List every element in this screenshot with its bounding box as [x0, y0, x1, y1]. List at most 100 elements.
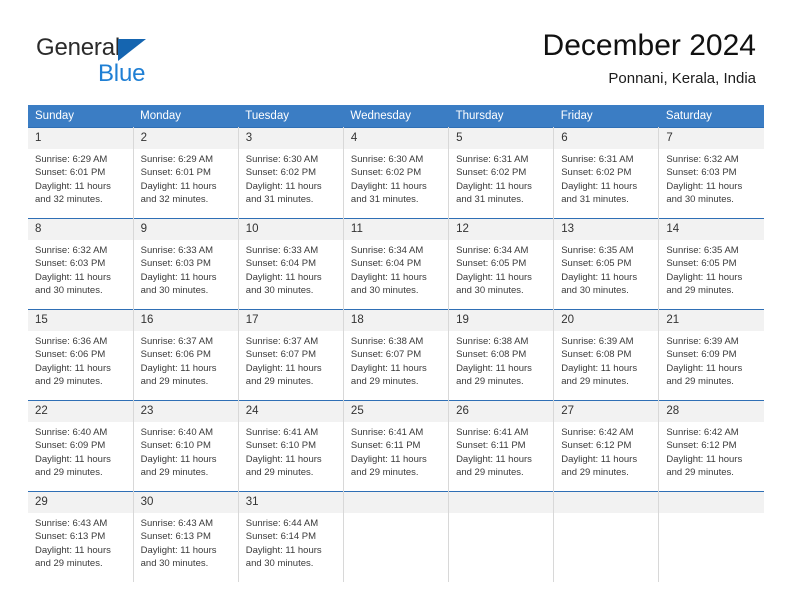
- calendar-day-cell[interactable]: 13 Sunrise: 6:35 AM Sunset: 6:05 PM Dayligh…: [553, 218, 660, 310]
- daylight-duration-line2: and 31 minutes.: [456, 194, 524, 206]
- sunrise-time: Sunrise: 6:29 AM: [140, 154, 213, 165]
- calendar-day-cell[interactable]: 2 Sunrise: 6:29 AM Sunset: 6:01 PM Daylight…: [133, 127, 239, 219]
- sunrise-time: Sunrise: 6:41 AM: [350, 427, 424, 438]
- calendar-day-cell[interactable]: 10 Sunrise: 6:33 AM Sunset: 6:04 PM Dayligh…: [238, 218, 344, 310]
- general-blue-logo[interactable]: General Blue: [36, 34, 216, 92]
- day-details: Sunrise: 6:35 AM Sunset: 6:05 PM Daylight:…: [554, 240, 658, 298]
- calendar-day-cell[interactable]: 11 Sunrise: 6:34 AM Sunset: 6:04 PM Dayligh…: [343, 218, 450, 310]
- calendar-day-cell-empty: [448, 491, 555, 582]
- daylight-duration-line2: and 30 minutes.: [245, 558, 314, 570]
- calendar-day-cell[interactable]: 20 Sunrise: 6:39 AM Sunset: 6:08 PM Dayligh…: [553, 309, 660, 401]
- sunrise-time: Sunrise: 6:44 AM: [245, 518, 319, 529]
- calendar-day-cell[interactable]: 25 Sunrise: 6:41 AM Sunset: 6:11 PM Dayligh…: [343, 400, 450, 492]
- sunrise-time: Sunrise: 6:37 AM: [140, 336, 213, 347]
- daylight-duration-line2: and 30 minutes.: [666, 194, 734, 206]
- calendar-day-cell[interactable]: 14 Sunrise: 6:35 AM Sunset: 6:05 PM Dayligh…: [658, 218, 764, 310]
- sunset-time: Sunset: 6:13 PM: [35, 531, 106, 543]
- day-number: 27: [554, 401, 659, 422]
- calendar-day-cell[interactable]: 27 Sunrise: 6:42 AM Sunset: 6:12 PM Dayligh…: [553, 400, 660, 492]
- calendar-day-cell[interactable]: 6 Sunrise: 6:31 AM Sunset: 6:02 PM Daylight…: [553, 127, 660, 219]
- sunrise-time: Sunrise: 6:30 AM: [245, 154, 319, 165]
- calendar-day-cell[interactable]: 7 Sunrise: 6:32 AM Sunset: 6:03 PM Daylight…: [658, 127, 764, 219]
- day-number: [449, 492, 554, 513]
- calendar-day-cell[interactable]: 12 Sunrise: 6:34 AM Sunset: 6:05 PM Dayligh…: [448, 218, 555, 310]
- day-details: Sunrise: 6:41 AM Sunset: 6:11 PM Daylight:…: [449, 422, 553, 480]
- sunset-time: Sunset: 6:02 PM: [456, 167, 527, 179]
- calendar-day-cell[interactable]: 19 Sunrise: 6:38 AM Sunset: 6:08 PM Dayligh…: [448, 309, 555, 401]
- day-details: Sunrise: 6:43 AM Sunset: 6:13 PM Daylight:…: [134, 513, 238, 571]
- daylight-duration-line2: and 29 minutes.: [456, 467, 524, 479]
- day-details: Sunrise: 6:32 AM Sunset: 6:03 PM Daylight:…: [28, 240, 133, 298]
- daylight-duration-line2: and 30 minutes.: [561, 285, 629, 297]
- daylight-duration-line2: and 30 minutes.: [456, 285, 524, 297]
- daylight-duration-line2: and 30 minutes.: [140, 285, 209, 297]
- calendar-day-cell[interactable]: 29 Sunrise: 6:43 AM Sunset: 6:13 PM Dayligh…: [28, 491, 134, 582]
- calendar-day-cell[interactable]: 18 Sunrise: 6:38 AM Sunset: 6:07 PM Dayligh…: [343, 309, 450, 401]
- calendar-day-cell[interactable]: 8 Sunrise: 6:32 AM Sunset: 6:03 PM Daylight…: [28, 218, 134, 310]
- sunrise-time: Sunrise: 6:38 AM: [456, 336, 529, 347]
- day-number: [659, 492, 764, 513]
- sunset-time: Sunset: 6:14 PM: [245, 531, 317, 543]
- sunset-time: Sunset: 6:03 PM: [35, 258, 106, 270]
- calendar-day-cell[interactable]: 22 Sunrise: 6:40 AM Sunset: 6:09 PM Dayligh…: [28, 400, 134, 492]
- calendar-day-cell[interactable]: 16 Sunrise: 6:37 AM Sunset: 6:06 PM Dayligh…: [133, 309, 239, 401]
- weekday-header-thursday: Thursday: [448, 105, 554, 128]
- sunrise-time: Sunrise: 6:42 AM: [666, 427, 739, 438]
- daylight-duration-line1: Daylight: 11 hours: [140, 362, 217, 374]
- calendar-day-cell[interactable]: 31 Sunrise: 6:44 AM Sunset: 6:14 PM Dayligh…: [238, 491, 344, 582]
- calendar-day-cell[interactable]: 28 Sunrise: 6:42 AM Sunset: 6:12 PM Dayligh…: [658, 400, 764, 492]
- calendar-day-cell[interactable]: 23 Sunrise: 6:40 AM Sunset: 6:10 PM Dayligh…: [133, 400, 239, 492]
- day-number: 20: [554, 310, 659, 331]
- daylight-duration-line1: Daylight: 11 hours: [666, 180, 743, 192]
- day-number: [554, 492, 659, 513]
- daylight-duration-line1: Daylight: 11 hours: [245, 271, 322, 283]
- day-number: 9: [133, 219, 238, 240]
- calendar-day-cell[interactable]: 3 Sunrise: 6:30 AM Sunset: 6:02 PM Daylight…: [238, 127, 344, 219]
- daylight-duration-line2: and 29 minutes.: [35, 467, 103, 479]
- sunrise-time: Sunrise: 6:29 AM: [35, 154, 108, 165]
- sunset-time: Sunset: 6:01 PM: [140, 167, 211, 179]
- calendar-day-cell[interactable]: 1 Sunrise: 6:29 AM Sunset: 6:01 PM Daylight…: [28, 127, 134, 219]
- calendar-day-cell[interactable]: 5 Sunrise: 6:31 AM Sunset: 6:02 PM Daylight…: [448, 127, 555, 219]
- day-details: Sunrise: 6:35 AM Sunset: 6:05 PM Daylight:…: [659, 240, 764, 298]
- sunset-time: Sunset: 6:10 PM: [140, 440, 211, 452]
- sunset-time: Sunset: 6:04 PM: [350, 258, 422, 270]
- calendar-day-cell[interactable]: 15 Sunrise: 6:36 AM Sunset: 6:06 PM Dayligh…: [28, 309, 134, 401]
- day-number: 31: [238, 492, 343, 513]
- daylight-duration-line1: Daylight: 11 hours: [35, 180, 111, 192]
- calendar-day-cell[interactable]: 9 Sunrise: 6:33 AM Sunset: 6:03 PM Daylight…: [133, 218, 239, 310]
- sunset-time: Sunset: 6:05 PM: [666, 258, 737, 270]
- sunset-time: Sunset: 6:11 PM: [456, 440, 526, 452]
- sunrise-time: Sunrise: 6:40 AM: [35, 427, 108, 438]
- daylight-duration-line1: Daylight: 11 hours: [666, 453, 743, 465]
- sunrise-time: Sunrise: 6:42 AM: [561, 427, 634, 438]
- day-number: 7: [659, 128, 764, 149]
- day-number: 28: [659, 401, 764, 422]
- calendar-day-cell[interactable]: 24 Sunrise: 6:41 AM Sunset: 6:10 PM Dayligh…: [238, 400, 344, 492]
- sunset-time: Sunset: 6:07 PM: [350, 349, 422, 361]
- daylight-duration-line1: Daylight: 11 hours: [561, 180, 638, 192]
- calendar-day-cell[interactable]: 4 Sunrise: 6:30 AM Sunset: 6:02 PM Daylight…: [343, 127, 450, 219]
- sunrise-time: Sunrise: 6:31 AM: [561, 154, 634, 165]
- calendar-day-cell[interactable]: 26 Sunrise: 6:41 AM Sunset: 6:11 PM Dayligh…: [448, 400, 555, 492]
- day-number: 1: [28, 128, 133, 149]
- daylight-duration-line2: and 29 minutes.: [245, 467, 314, 479]
- daylight-duration-line2: and 29 minutes.: [561, 467, 629, 479]
- sunset-time: Sunset: 6:13 PM: [140, 531, 211, 543]
- weekday-header-sunday: Sunday: [28, 105, 134, 128]
- logo-text-general: General: [36, 34, 120, 61]
- day-number: 17: [238, 310, 343, 331]
- sunrise-time: Sunrise: 6:38 AM: [350, 336, 424, 347]
- calendar-day-cell[interactable]: 21 Sunrise: 6:39 AM Sunset: 6:09 PM Dayligh…: [658, 309, 764, 401]
- daylight-duration-line2: and 29 minutes.: [140, 376, 209, 388]
- calendar-day-cell[interactable]: 30 Sunrise: 6:43 AM Sunset: 6:13 PM Dayligh…: [133, 491, 239, 582]
- sunset-time: Sunset: 6:08 PM: [456, 349, 527, 361]
- calendar-day-cell[interactable]: 17 Sunrise: 6:37 AM Sunset: 6:07 PM Dayligh…: [238, 309, 344, 401]
- daylight-duration-line2: and 29 minutes.: [666, 376, 734, 388]
- daylight-duration-line1: Daylight: 11 hours: [35, 271, 111, 283]
- sunset-time: Sunset: 6:02 PM: [350, 167, 422, 179]
- sunrise-time: Sunrise: 6:41 AM: [456, 427, 529, 438]
- calendar-week-row: 29 Sunrise: 6:43 AM Sunset: 6:13 PM Dayligh…: [28, 491, 764, 582]
- day-number: 25: [343, 401, 449, 422]
- sunset-time: Sunset: 6:08 PM: [561, 349, 632, 361]
